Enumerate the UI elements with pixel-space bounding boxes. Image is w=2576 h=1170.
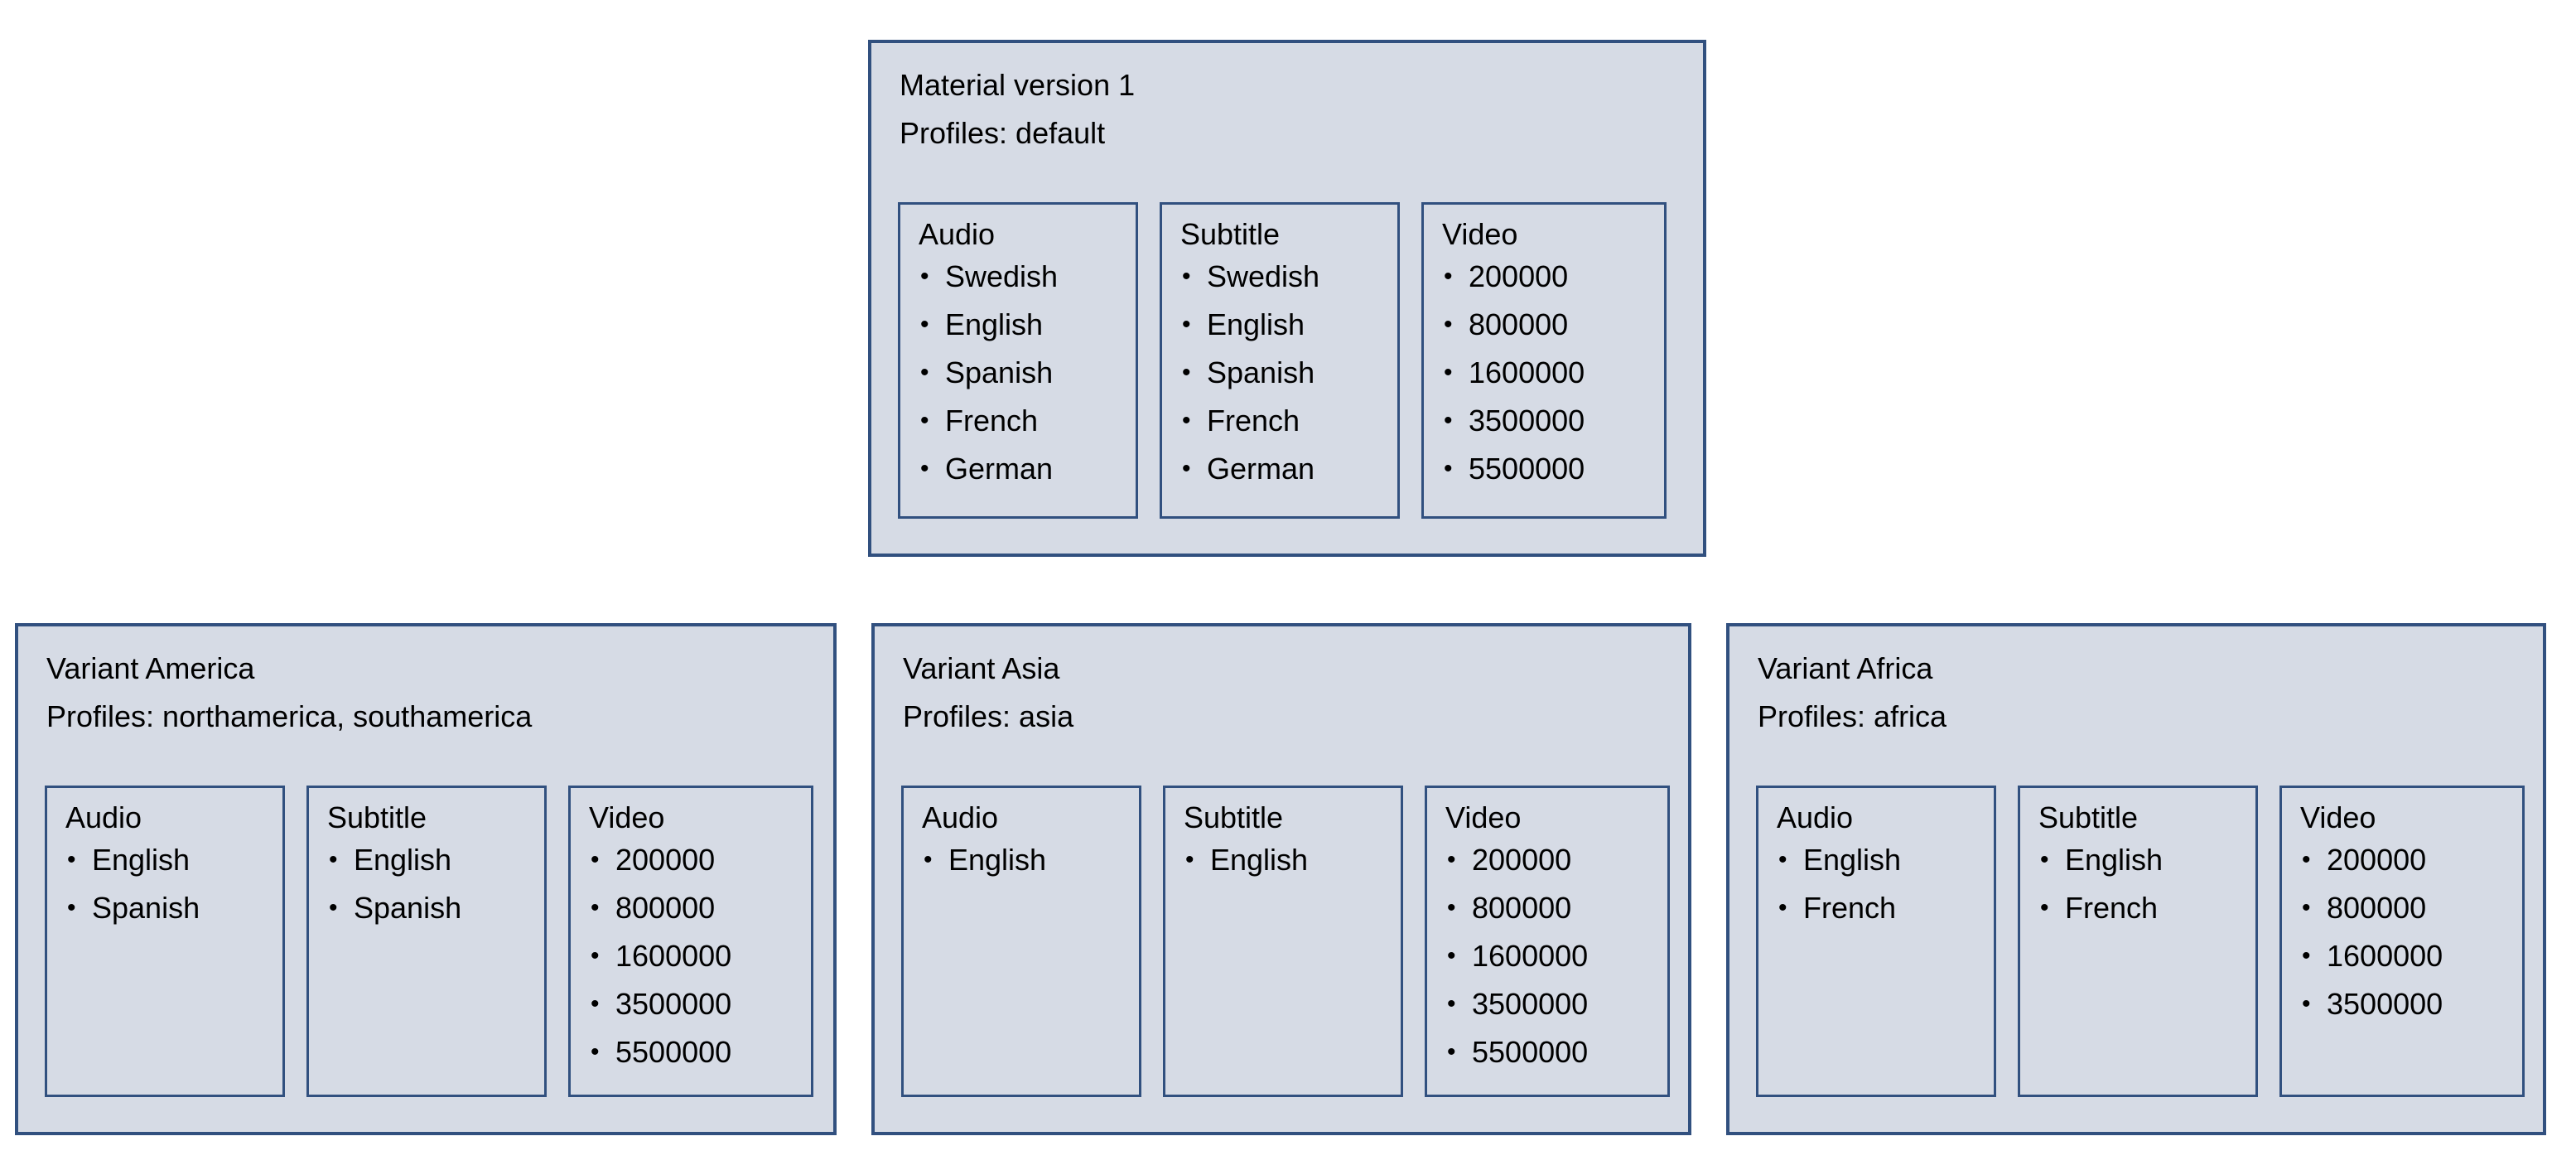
material-version-panel: Material version 1 Profiles: default Aud…	[868, 40, 1706, 557]
list-item: Spanish	[1162, 349, 1397, 397]
track-list-subtitle: English	[1165, 836, 1401, 884]
track-list-audio: Swedish English Spanish French German	[900, 253, 1136, 493]
list-item: French	[2020, 884, 2255, 932]
track-box-subtitle: Subtitle English French	[2018, 786, 2258, 1097]
list-item: English	[1162, 301, 1397, 349]
list-item: 200000	[1427, 836, 1667, 884]
track-list-subtitle: Swedish English Spanish French German	[1162, 253, 1397, 493]
list-item: 800000	[571, 884, 811, 932]
material-version-track-group: Audio Swedish English Spanish French Ger…	[898, 202, 1667, 519]
list-item: 1600000	[2282, 932, 2522, 980]
list-item: 1600000	[1427, 932, 1667, 980]
list-item: French	[900, 397, 1136, 445]
variant-heading-africa: Variant Africa Profiles: africa	[1758, 645, 1946, 741]
list-item: 3500000	[571, 980, 811, 1028]
list-item: 3500000	[2282, 980, 2522, 1028]
material-version-heading: Material version 1 Profiles: default	[900, 61, 1135, 157]
track-box-audio: Audio English Spanish	[45, 786, 285, 1097]
variant-profiles-america: Profiles: northamerica, southamerica	[46, 699, 533, 733]
track-list-video: 200000 800000 1600000 3500000 5500000	[571, 836, 811, 1076]
track-box-subtitle: Subtitle English Spanish	[306, 786, 547, 1097]
material-version-title: Material version 1	[900, 68, 1136, 102]
track-box-audio: Audio English French	[1756, 786, 1996, 1097]
track-box-video: Video 200000 800000 1600000 3500000 5500…	[568, 786, 813, 1097]
list-item: French	[1162, 397, 1397, 445]
list-item: 5500000	[1424, 445, 1664, 493]
variant-track-group-america: Audio English Spanish Subtitle English S…	[45, 786, 813, 1097]
track-title-video: Video	[1445, 800, 1522, 834]
list-item: English	[1165, 836, 1401, 884]
list-item: English	[309, 836, 544, 884]
list-item: 1600000	[1424, 349, 1664, 397]
track-list-video: 200000 800000 1600000 3500000 5500000	[1424, 253, 1664, 493]
list-item: English	[1758, 836, 1994, 884]
track-title-audio: Audio	[1777, 800, 1854, 834]
track-list-video: 200000 800000 1600000 3500000	[2282, 836, 2522, 1028]
track-list-audio: English Spanish	[47, 836, 282, 932]
track-title-video: Video	[2300, 800, 2376, 834]
variant-panel-america: Variant America Profiles: northamerica, …	[15, 623, 837, 1135]
list-item: 800000	[1427, 884, 1667, 932]
list-item: Swedish	[1162, 253, 1397, 301]
list-item: Spanish	[900, 349, 1136, 397]
variant-heading-america: Variant America Profiles: northamerica, …	[46, 645, 532, 741]
track-list-video: 200000 800000 1600000 3500000 5500000	[1427, 836, 1667, 1076]
list-item: German	[900, 445, 1136, 493]
list-item: Swedish	[900, 253, 1136, 301]
list-item: English	[47, 836, 282, 884]
variant-heading-asia: Variant Asia Profiles: asia	[903, 645, 1073, 741]
track-box-video: Video 200000 800000 1600000 3500000	[2279, 786, 2525, 1097]
track-title-audio: Audio	[922, 800, 999, 834]
track-box-subtitle: Subtitle English	[1163, 786, 1403, 1097]
track-box-video: Video 200000 800000 1600000 3500000 5500…	[1425, 786, 1670, 1097]
variant-title-africa: Variant Africa	[1758, 651, 1933, 685]
list-item: 800000	[2282, 884, 2522, 932]
track-box-video: Video 200000 800000 1600000 3500000 5500…	[1421, 202, 1667, 519]
list-item: 800000	[1424, 301, 1664, 349]
track-list-audio: English French	[1758, 836, 1994, 932]
diagram-canvas: Material version 1 Profiles: default Aud…	[0, 0, 2576, 1170]
track-box-audio: Audio English	[901, 786, 1141, 1097]
track-title-video: Video	[589, 800, 665, 834]
variant-track-group-africa: Audio English French Subtitle English Fr…	[1756, 786, 2525, 1097]
list-item: 200000	[2282, 836, 2522, 884]
track-list-subtitle: English French	[2020, 836, 2255, 932]
variant-profiles-asia: Profiles: asia	[903, 699, 1074, 733]
track-title-audio: Audio	[919, 217, 996, 251]
variant-track-group-asia: Audio English Subtitle English Video 200…	[901, 786, 1670, 1097]
variant-title-asia: Variant Asia	[903, 651, 1060, 685]
list-item: 200000	[571, 836, 811, 884]
list-item: 200000	[1424, 253, 1664, 301]
track-title-audio: Audio	[65, 800, 142, 834]
variant-panel-asia: Variant Asia Profiles: asia Audio Englis…	[871, 623, 1691, 1135]
track-title-subtitle: Subtitle	[1180, 217, 1281, 251]
list-item: 3500000	[1424, 397, 1664, 445]
list-item: Spanish	[47, 884, 282, 932]
list-item: 1600000	[571, 932, 811, 980]
track-box-audio: Audio Swedish English Spanish French Ger…	[898, 202, 1138, 519]
list-item: 3500000	[1427, 980, 1667, 1028]
list-item: 5500000	[571, 1028, 811, 1076]
track-title-video: Video	[1442, 217, 1518, 251]
track-list-subtitle: English Spanish	[309, 836, 544, 932]
list-item: English	[904, 836, 1139, 884]
list-item: 5500000	[1427, 1028, 1667, 1076]
list-item: English	[2020, 836, 2255, 884]
variant-profiles-africa: Profiles: africa	[1758, 699, 1947, 733]
variant-panel-africa: Variant Africa Profiles: africa Audio En…	[1726, 623, 2546, 1135]
variant-title-america: Variant America	[46, 651, 255, 685]
track-title-subtitle: Subtitle	[2038, 800, 2139, 834]
track-list-audio: English	[904, 836, 1139, 884]
list-item: German	[1162, 445, 1397, 493]
list-item: French	[1758, 884, 1994, 932]
track-title-subtitle: Subtitle	[327, 800, 427, 834]
track-title-subtitle: Subtitle	[1184, 800, 1284, 834]
list-item: English	[900, 301, 1136, 349]
list-item: Spanish	[309, 884, 544, 932]
track-box-subtitle: Subtitle Swedish English Spanish French …	[1160, 202, 1400, 519]
material-version-profiles: Profiles: default	[900, 116, 1106, 150]
